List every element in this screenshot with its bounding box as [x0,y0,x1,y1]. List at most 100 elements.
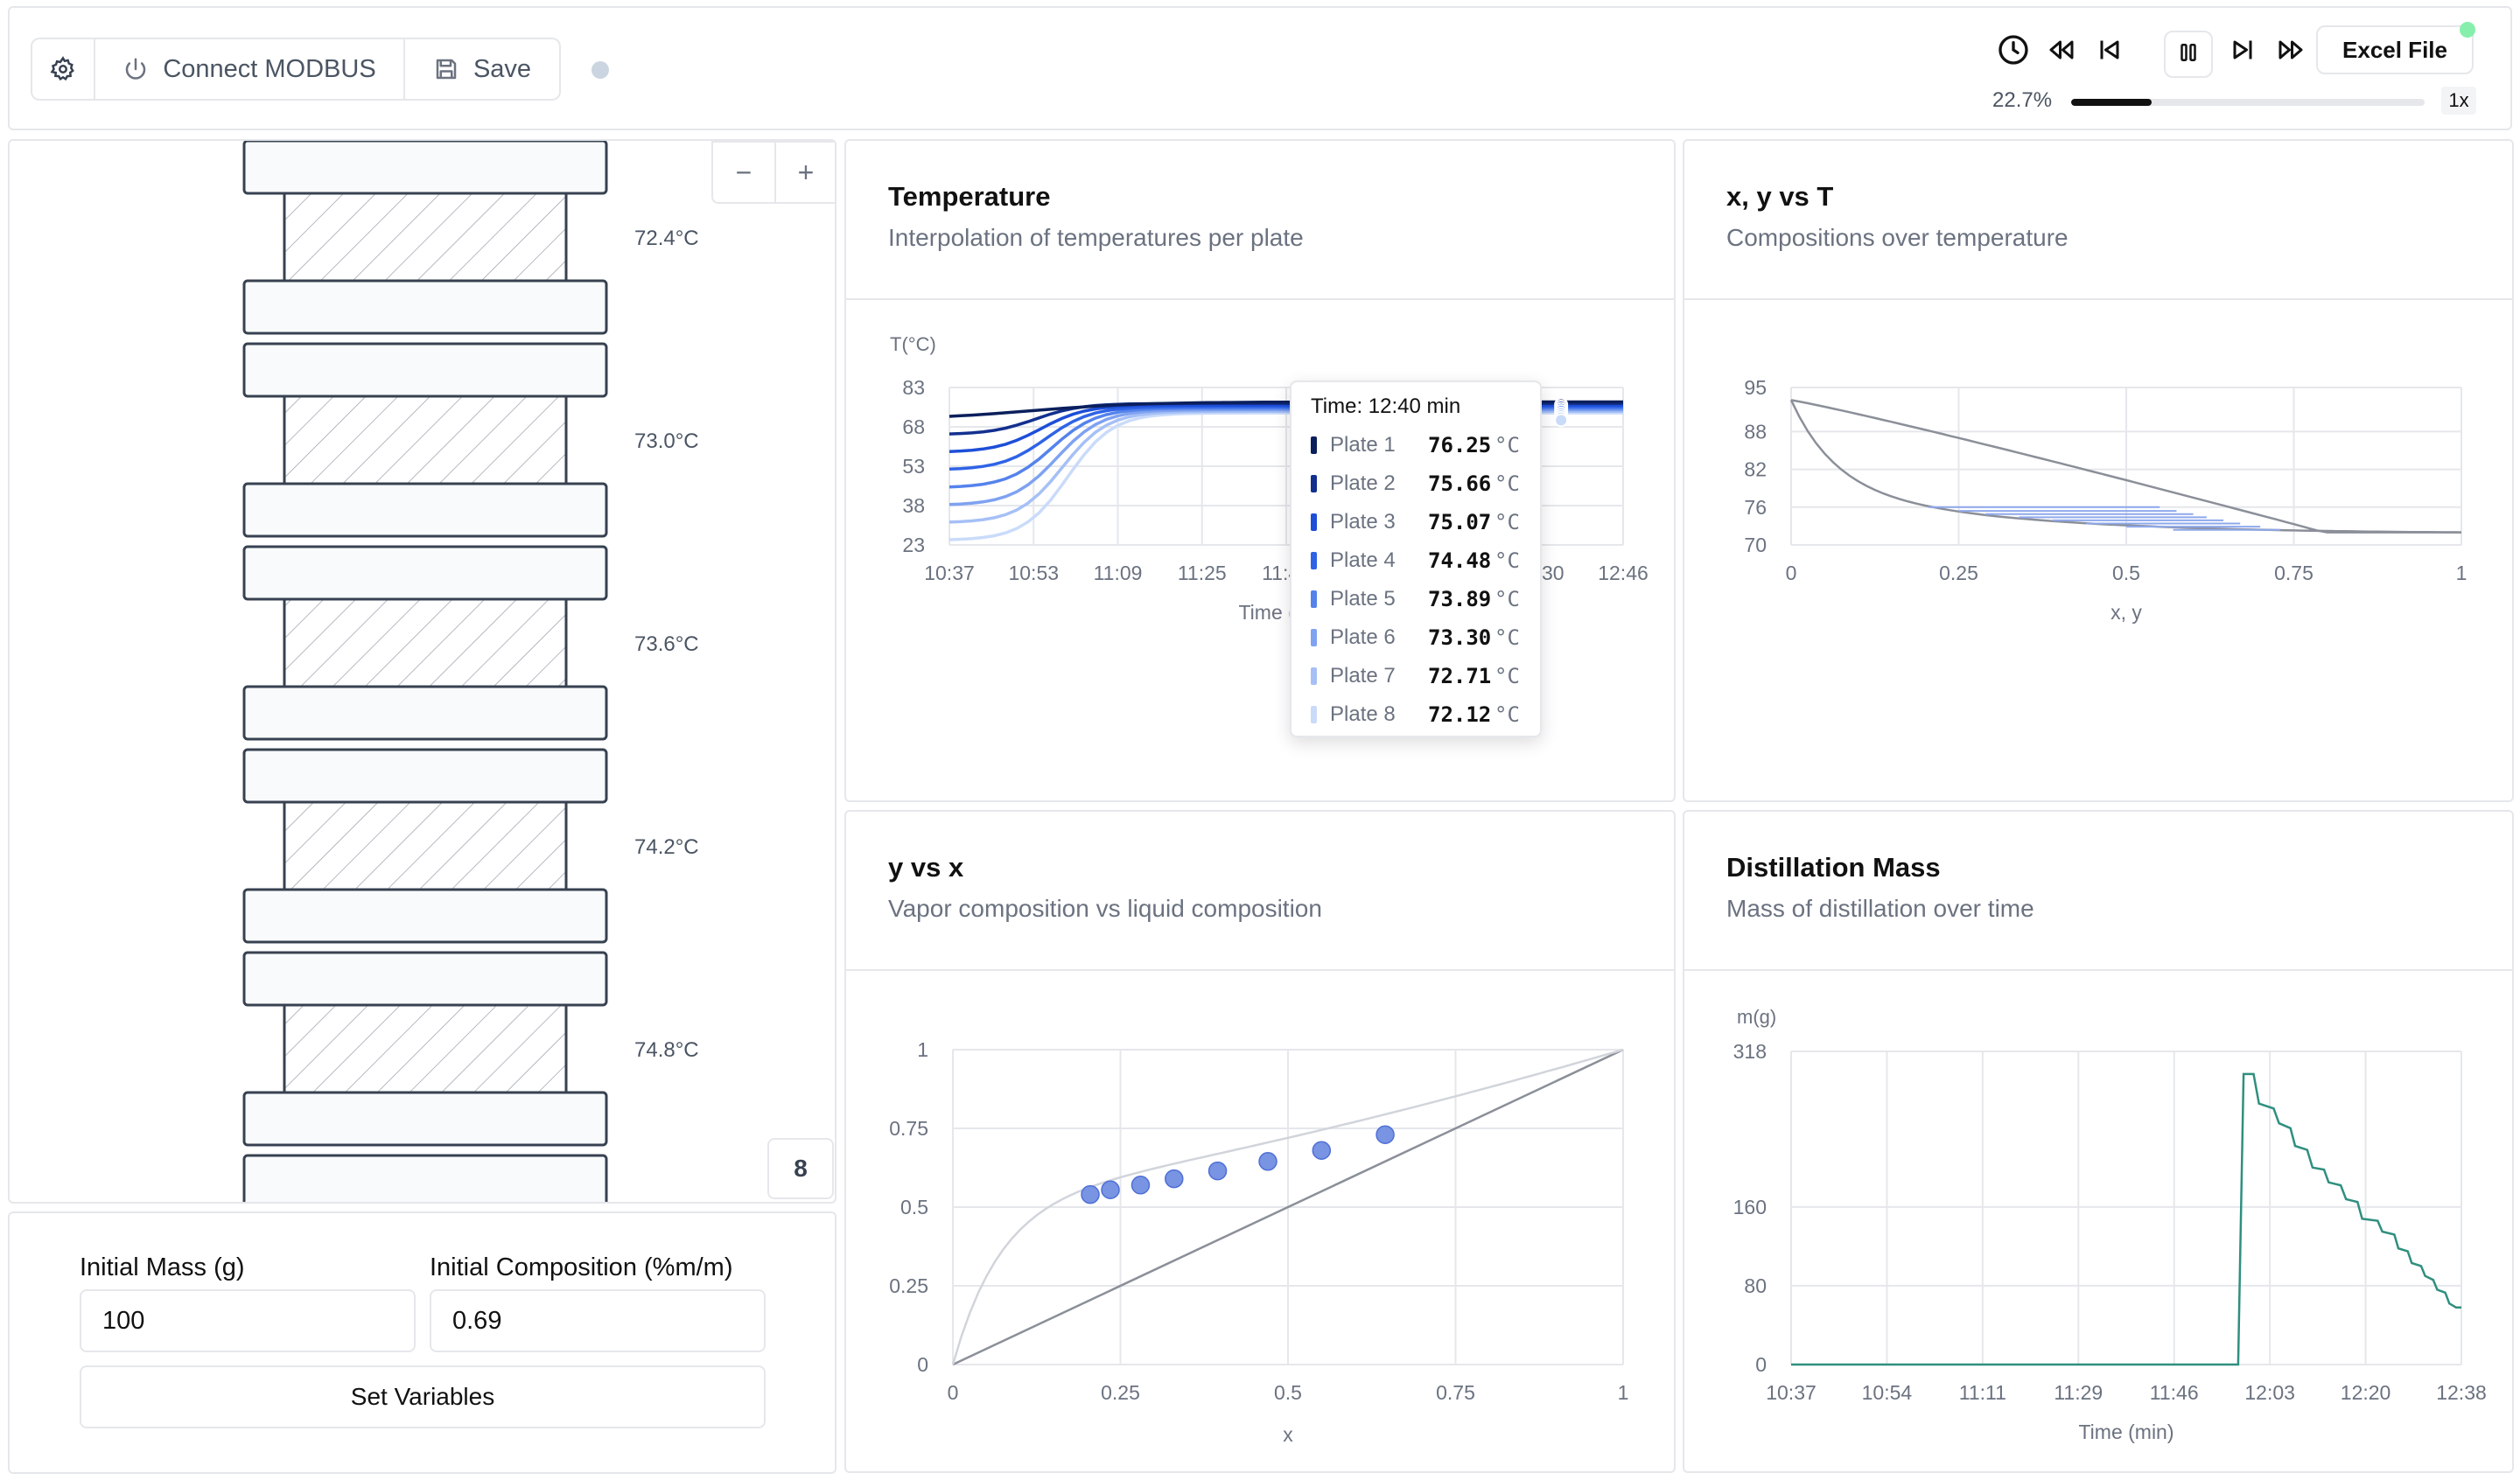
data-point [1554,413,1569,428]
x-tick-label: 0.75 [2274,562,2314,584]
excel-file-label: Excel File [2342,36,2447,63]
card-header: y vs x Vapor composition vs liquid compo… [846,812,1674,971]
connect-modbus-label: Connect MODBUS [163,54,376,83]
tooltip-series-name: Plate 3 [1330,510,1396,534]
tooltip-series-name: Plate 5 [1330,587,1396,611]
data-point [1101,1180,1120,1199]
zoom-out-button[interactable]: − [711,141,776,204]
temperature-chart[interactable]: 10:3710:5311:0911:2511:4111:5712:1412:30… [846,300,1674,800]
history-icon[interactable] [1996,32,2031,67]
card-title: y vs x [888,852,964,883]
distillation-mass-chart[interactable]: 10:37 10:54 11:11 11:29 11:46 12:03 12:20 12:38… [1684,971,2512,1471]
tooltip-value: 74.48 [1428,548,1492,573]
data-point [1258,1152,1278,1171]
excel-status-indicator [2460,22,2475,38]
plate-flange [242,1154,608,1202]
tooltip-unit: °C [1494,587,1520,611]
x-tick-label: 10:53 [1008,562,1059,584]
x-tick-label: 1 [1618,1381,1629,1404]
zoom-in-button[interactable]: + [774,141,835,204]
distillation-mass-card: Distillation Mass Mass of distillation o… [1683,810,2514,1473]
tooltip-value: 72.71 [1428,664,1492,688]
set-variables-button[interactable]: Set Variables [80,1365,766,1428]
fast-forward-icon[interactable] [2274,34,2307,66]
x-tick-label: 0.25 [1939,562,1978,584]
y-tick-label: 0.25 [889,1274,928,1297]
x-axis-label: Time (min) [2078,1421,2174,1443]
skip-forward-icon[interactable] [2227,34,2258,66]
y-tick-label: 68 [902,415,925,438]
y-tick-label: 0.75 [889,1117,928,1140]
y-tick-label: 0 [917,1353,928,1376]
data-point [1130,1176,1151,1195]
y-tick-label: 38 [902,494,925,517]
xy-vs-t-chart[interactable]: 0 0.25 0.5 0.75 1 70 76 82 88 95 x, y [1684,300,2512,800]
initial-composition-label: Initial Composition (%m/m) [430,1253,733,1281]
speed-button[interactable]: 1x [2441,87,2476,115]
x-axis-label: x [1283,1423,1293,1446]
tooltip-unit: °C [1494,433,1520,457]
y-axis-label: T(°C) [890,333,936,355]
minus-icon: − [735,156,752,188]
pause-button[interactable] [2164,31,2213,78]
skip-back-icon[interactable] [2094,34,2125,66]
plate-flange [242,279,608,335]
connect-modbus-button[interactable]: Connect MODBUS [94,38,405,101]
y-tick-label: 95 [1744,376,1767,399]
x-tick-label: 10:37 [1766,1381,1816,1404]
excel-file-button[interactable]: Excel File [2316,25,2474,74]
settings-button[interactable] [31,38,95,101]
tooltip-row: Plate 3 75.07 °C [1311,508,1530,534]
card-header: x, y vs T Compositions over temperature [1684,141,2512,300]
card-title: Distillation Mass [1726,852,1941,883]
x-tick-label: 11:09 [1094,562,1143,584]
tooltip-row: Plate 5 73.89 °C [1311,585,1530,611]
legend-swatch [1311,475,1317,492]
card-header: Distillation Mass Mass of distillation o… [1684,812,2512,971]
initial-mass-input[interactable]: 100 [80,1289,416,1352]
tooltip-value: 72.12 [1428,702,1492,727]
speed-label: 1x [2448,89,2469,111]
plate-flange [242,482,608,538]
fast-rewind-icon[interactable] [2045,34,2078,66]
y-tick-label: 70 [1744,534,1767,556]
save-button[interactable]: Save [403,38,561,101]
toolbar: Connect MODBUS Save Excel File 22.7% 1x [8,6,2512,130]
plus-icon: + [797,156,815,188]
x-tick-label: 0.75 [1436,1381,1475,1404]
x-tick-label: 0 [1786,562,1797,584]
y-tick-label: 318 [1733,1040,1767,1063]
initial-composition-input[interactable]: 0.69 [430,1289,766,1352]
progress-bar[interactable] [2071,99,2425,106]
save-label: Save [472,54,532,83]
tooltip-series-name: Plate 7 [1330,664,1396,688]
progress-text: 22.7% [1992,88,2053,112]
plate-temperature-label: 74.2°C [634,835,699,859]
grid [1790,387,2462,545]
xy-vs-t-card: x, y vs T Compositions over temperature … [1683,139,2514,802]
x-tick-label: 11:29 [2054,1381,2103,1404]
y-axis-label: m(g) [1737,1006,1776,1028]
tooltip-unit: °C [1494,510,1520,534]
y-vs-x-card: y vs x Vapor composition vs liquid compo… [844,810,1676,1473]
y-vs-x-chart[interactable]: 0 0.25 0.5 0.75 1 0 0.25 0.5 0.75 1 x [846,971,1674,1471]
card-subtitle: Vapor composition vs liquid composition [888,895,1322,922]
plate-temperature-label: 74.8°C [634,1038,699,1062]
legend-swatch [1311,706,1317,723]
card-subtitle: Compositions over temperature [1726,224,2068,251]
y-tick-label: 83 [902,376,925,399]
data-point [1081,1184,1100,1204]
legend-swatch [1311,590,1317,608]
card-subtitle: Mass of distillation over time [1726,895,2034,922]
variables-panel: Initial Mass (g) 100 Initial Composition… [8,1211,836,1474]
legend-swatch [1311,629,1317,646]
legend-swatch [1311,436,1317,454]
tooltip-row: Plate 4 74.48 °C [1311,547,1530,573]
tooltip-row: Plate 7 72.71 °C [1311,662,1530,688]
x-tick-label: 11:46 [2150,1381,2199,1404]
plate-flange [242,545,608,601]
legend-swatch [1311,667,1317,685]
x-tick-label: 12:20 [2341,1381,2391,1404]
legend-swatch [1311,552,1317,569]
y-tick-label: 23 [902,534,925,556]
